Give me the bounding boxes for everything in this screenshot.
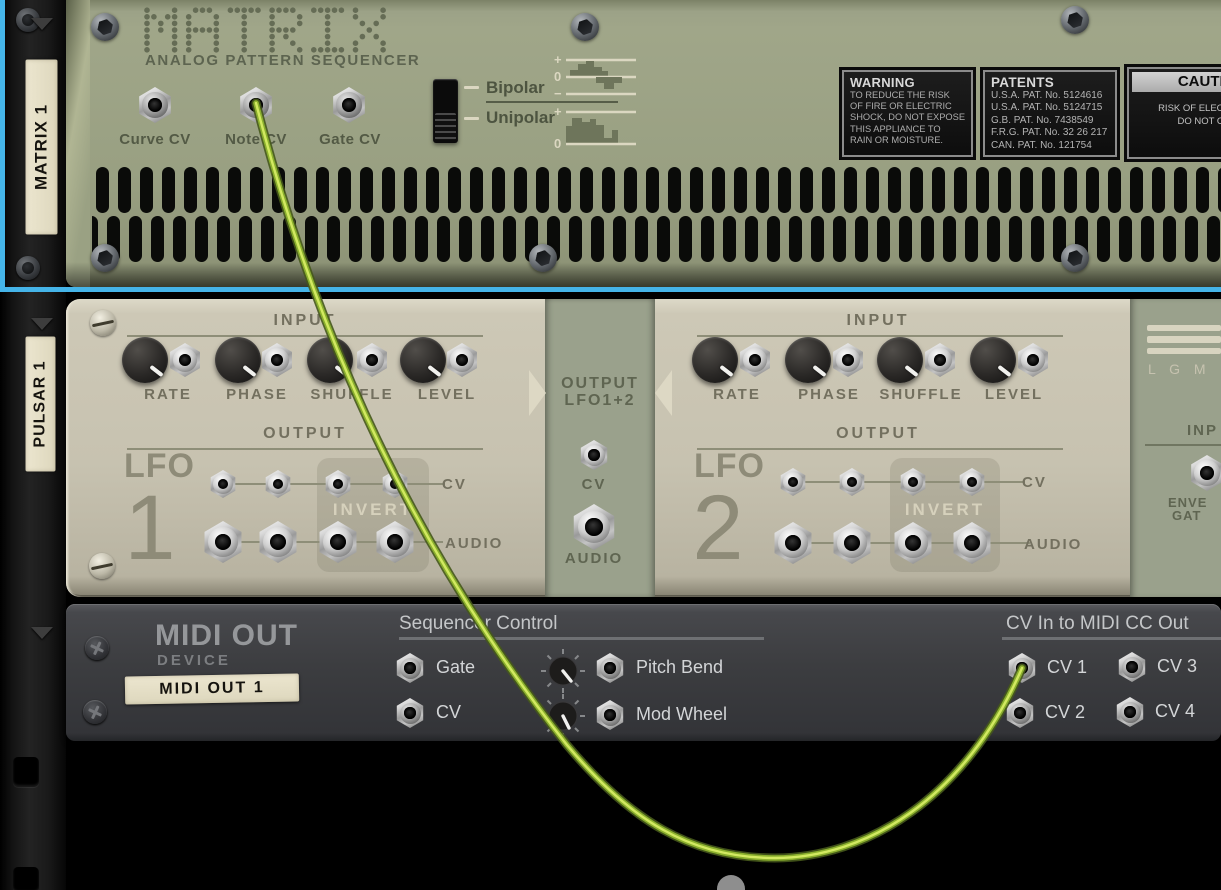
cable-highlight [256, 103, 1022, 858]
cable-outline [256, 103, 1022, 858]
reason-rack-rear-view: MATRIX 1 PULSAR 1 ANALOG PATTERN SEQUENC… [0, 0, 1221, 890]
patch-cable-note-cv-to-cv1[interactable] [0, 0, 1221, 890]
cable-body [256, 103, 1022, 858]
